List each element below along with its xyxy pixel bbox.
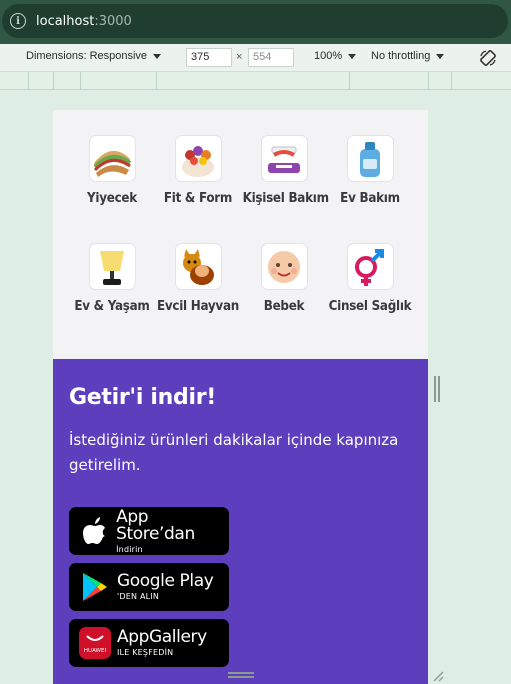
dimension-separator: × [236, 51, 243, 63]
app-gallery-sublabel: ILE KEŞFEDİN [117, 648, 174, 657]
url-port: :3000 [94, 13, 132, 29]
throttling-label: No throttling [371, 50, 431, 62]
lamp-icon [88, 243, 136, 290]
category-ev-yasam[interactable]: Ev & Yaşam [67, 243, 157, 314]
app-download-section: Getir'i indir! İstediğiniz ürünleri daki… [53, 359, 428, 684]
app-gallery-button[interactable]: HUAWEI AppGallery ILE KEŞFEDİN [69, 619, 229, 667]
detergent-icon [346, 135, 394, 182]
gender-icon [346, 243, 394, 290]
viewport-resize-handle-right[interactable] [434, 376, 440, 402]
huawei-logo-text: HUAWEI [84, 648, 107, 654]
huawei-icon: HUAWEI [77, 625, 113, 661]
resize-corner-icon[interactable] [432, 670, 444, 682]
apple-icon [77, 513, 112, 549]
category-label: Cinsel Sağlık [328, 299, 412, 314]
promo-title: Getir'i indir! [69, 385, 216, 410]
toothpaste-icon [260, 135, 308, 182]
zoom-dropdown[interactable]: 100% [314, 50, 357, 62]
dimensions-label: Dimensions: Responsive [26, 50, 148, 62]
category-bebek[interactable]: Bebek [239, 243, 329, 314]
google-play-sublabel: 'DEN ALIN [117, 592, 160, 601]
device-toolbar: Dimensions: Responsive 375 × 554 100% No… [0, 44, 511, 72]
baby-icon [260, 243, 308, 290]
category-label: Yiyecek [87, 191, 137, 206]
app-store-label: App Store’dan [116, 506, 195, 544]
category-label: Bebek [263, 299, 305, 314]
fruit-bowl-icon [174, 135, 222, 182]
chevron-down-icon [153, 53, 162, 59]
rotate-icon[interactable] [478, 48, 498, 68]
throttling-dropdown[interactable]: No throttling [371, 50, 445, 62]
mobile-viewport: Yiyecek Fit & Form Kişisel Bakım Ev Bakı… [53, 110, 428, 684]
category-evcil-hayvan[interactable]: Evcil Hayvan [153, 243, 243, 314]
info-icon[interactable]: i [10, 13, 26, 29]
width-input[interactable]: 375 [186, 48, 232, 67]
chevron-down-icon [348, 53, 357, 59]
height-input[interactable]: 554 [248, 48, 294, 67]
category-label: Evcil Hayvan [156, 299, 239, 314]
url-text[interactable]: localhost:3000 [36, 14, 132, 29]
category-grid: Yiyecek Fit & Form Kişisel Bakım Ev Bakı… [53, 110, 428, 359]
browser-address-bar: i localhost:3000 [0, 0, 511, 44]
media-query-ruler [0, 72, 511, 90]
google-play-button[interactable]: Google Play 'DEN ALIN [69, 563, 229, 611]
sandwich-icon [88, 135, 136, 182]
category-label: Fit & Form [163, 191, 233, 206]
category-label: Kişisel Bakım [242, 191, 329, 206]
category-yiyecek[interactable]: Yiyecek [67, 135, 157, 206]
google-play-icon [77, 569, 113, 605]
category-ev-bakim[interactable]: Ev Bakım [325, 135, 415, 206]
pets-icon [174, 243, 222, 290]
viewport-resize-handle-bottom[interactable] [228, 672, 254, 678]
category-label: Ev Bakım [340, 191, 400, 206]
url-field[interactable]: i localhost:3000 [2, 4, 508, 38]
category-kisisel-bakim[interactable]: Kişisel Bakım [239, 135, 329, 206]
url-host: localhost [36, 13, 95, 29]
dimensions-dropdown[interactable]: Dimensions: Responsive [26, 50, 162, 62]
category-label: Ev & Yaşam [74, 299, 150, 314]
google-play-label: Google Play [117, 571, 214, 591]
chevron-down-icon [436, 53, 445, 59]
zoom-label: 100% [314, 50, 343, 62]
promo-text: İstediğiniz ürünleri dakikalar içinde ka… [69, 431, 399, 474]
app-store-sublabel: İndirin [116, 544, 143, 554]
app-gallery-label: AppGallery [117, 627, 207, 647]
category-cinsel-saglik[interactable]: Cinsel Sağlık [325, 243, 415, 314]
category-fit-form[interactable]: Fit & Form [153, 135, 243, 206]
app-store-button[interactable]: App Store’dan İndirin [69, 507, 229, 555]
